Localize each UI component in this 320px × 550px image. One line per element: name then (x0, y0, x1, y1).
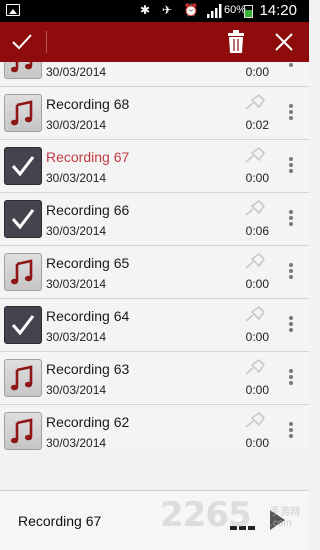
signal-icon (207, 4, 222, 18)
battery-percent: 60% (224, 4, 247, 16)
trash-icon[interactable] (226, 30, 246, 54)
status-icons: ✱ ✈ ⏰ (140, 3, 203, 17)
recording-duration: 0:00 (245, 383, 269, 397)
recording-title: Recording 63 (46, 361, 130, 377)
recordings-list: Recording 6930/03/20140:00Recording 6830… (0, 62, 309, 450)
pin-icon[interactable] (242, 305, 268, 325)
recording-row[interactable]: Recording 62 30/03/2014 0:00 (0, 405, 309, 450)
pin-icon[interactable] (242, 146, 268, 166)
pin-icon[interactable] (242, 358, 268, 378)
pin-icon[interactable] (242, 411, 268, 431)
music-note-icon[interactable] (4, 359, 42, 397)
player-bar: Recording 67 (0, 490, 309, 550)
recording-title: Recording 64 (46, 308, 130, 324)
recording-row[interactable]: Recording 66 30/03/2014 0:06 (0, 193, 309, 246)
recording-duration: 0:00 (245, 436, 269, 450)
recording-duration: 0:02 (245, 118, 269, 132)
recording-row[interactable]: Recording 67 30/03/2014 0:00 (0, 140, 309, 193)
recording-title: Recording 66 (46, 202, 130, 218)
watermark-sub: 手游网 .com (270, 507, 300, 529)
watermark: 2265 (160, 495, 252, 535)
recording-row[interactable]: Recording 68 30/03/2014 0:02 (0, 87, 309, 140)
recording-date: 30/03/2014 (46, 436, 107, 450)
recording-duration: 0:06 (245, 224, 269, 238)
recording-duration: 0:00 (245, 171, 269, 185)
recording-date: 30/03/2014 (46, 224, 107, 238)
recording-date: 30/03/2014 (46, 277, 107, 291)
recording-date: 30/03/2014 (46, 383, 107, 397)
recording-duration: 0:00 (245, 277, 269, 291)
recording-title: Recording 62 (46, 414, 130, 430)
recording-date: 30/03/2014 (46, 65, 107, 79)
recording-row[interactable]: Recording 6930/03/20140:00 (0, 62, 309, 87)
clock: 14:20 (259, 2, 297, 19)
more-options-icon[interactable] (284, 210, 298, 230)
more-options-icon[interactable] (284, 157, 298, 177)
selected-check-icon[interactable] (4, 147, 42, 185)
gallery-notification-icon (6, 4, 20, 16)
action-bar (0, 22, 309, 62)
more-options-icon[interactable] (284, 316, 298, 336)
selected-check-icon[interactable] (4, 200, 42, 238)
music-note-icon[interactable] (4, 253, 42, 291)
recording-duration: 0:00 (245, 330, 269, 344)
action-divider (46, 31, 47, 53)
music-note-icon[interactable] (4, 94, 42, 132)
close-icon[interactable] (272, 30, 296, 54)
pin-icon[interactable] (242, 93, 268, 113)
status-bar: ✱ ✈ ⏰ 60% 14:20 (0, 0, 309, 22)
recording-row[interactable]: Recording 65 30/03/2014 0:00 (0, 246, 309, 299)
player-title: Recording 67 (18, 513, 102, 529)
more-options-icon[interactable] (284, 369, 298, 389)
recording-title: Recording 68 (46, 96, 130, 112)
recording-date: 30/03/2014 (46, 171, 107, 185)
recording-title: Recording 65 (46, 255, 130, 271)
more-options-icon[interactable] (284, 422, 298, 442)
music-note-icon[interactable] (4, 412, 42, 450)
selected-check-icon[interactable] (4, 306, 42, 344)
recording-title: Recording 67 (46, 149, 130, 165)
more-options-icon[interactable] (284, 104, 298, 124)
more-options-icon[interactable] (284, 263, 298, 283)
recording-date: 30/03/2014 (46, 118, 107, 132)
recording-date: 30/03/2014 (46, 330, 107, 344)
recording-duration: 0:00 (245, 65, 269, 79)
recording-row[interactable]: Recording 64 30/03/2014 0:00 (0, 299, 309, 352)
more-options-icon[interactable] (284, 62, 298, 71)
pin-icon[interactable] (242, 199, 268, 219)
music-note-icon[interactable] (4, 62, 42, 79)
check-icon[interactable] (10, 30, 34, 54)
recording-row[interactable]: Recording 63 30/03/2014 0:00 (0, 352, 309, 405)
pin-icon[interactable] (242, 252, 268, 272)
battery-icon (244, 5, 253, 18)
